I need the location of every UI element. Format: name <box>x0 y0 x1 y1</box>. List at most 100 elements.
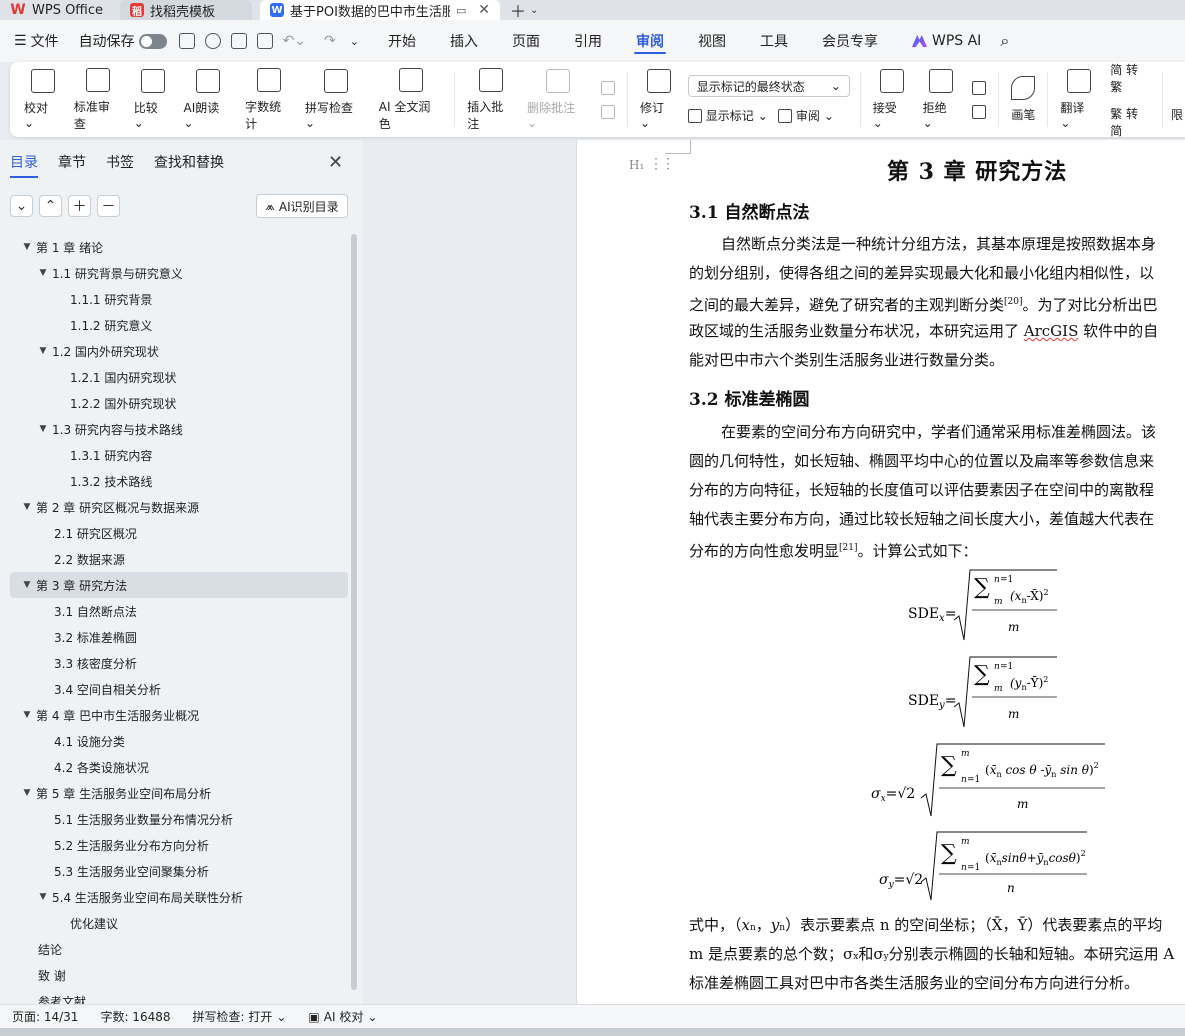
prev-revision-icon[interactable] <box>972 80 987 95</box>
redo-icon[interactable]: ↷ <box>324 33 336 49</box>
drag-handle-icon[interactable]: ⋮⋮ <box>649 156 675 172</box>
heading-level-icon[interactable]: H₁ <box>629 158 644 172</box>
track-changes-button[interactable]: 修订 ⌄ <box>634 62 684 137</box>
standard-review-button[interactable]: 标准审查 <box>68 62 128 137</box>
toc-item[interactable]: 1.1.1 研究背景 <box>10 286 348 312</box>
ai-toc-button[interactable]: ⩕ AI识别目录 <box>256 194 348 218</box>
tab-member[interactable]: 会员专享 <box>818 20 882 62</box>
display-mode-select[interactable]: 显示标记的最终状态 ⌄ <box>687 75 850 97</box>
accept-button[interactable]: 接受 ⌄ <box>867 62 917 137</box>
ai-proof-status[interactable]: ▣ AI 校对 ⌄ <box>308 1008 377 1025</box>
close-icon[interactable]: ✕ <box>328 152 343 173</box>
toggle-switch[interactable] <box>138 33 167 49</box>
toc-item[interactable]: 1.2.2 国外研究现状 <box>10 390 348 416</box>
toc-item[interactable]: ▼ 第 4 章 巴中市生活服务业概况 <box>10 702 348 728</box>
reject-button[interactable]: 拒绝 ⌄ <box>917 62 967 137</box>
formula-sde-y[interactable]: SDEy= ∑ n =1 m (yn-Ȳ)2 m <box>902 655 1062 731</box>
tab-daoke-templates[interactable]: 稻 找稻壳模板 <box>120 0 252 20</box>
formula-sigma-x[interactable]: σx=√2 ∑ m n =1 (x̄n cos θ -ȳn sin θ)2 m <box>869 742 1109 820</box>
spell-flag-word[interactable]: ArcGIS <box>1024 322 1079 340</box>
toc-scrollbar[interactable] <box>351 234 357 990</box>
print-preview-icon[interactable] <box>256 33 273 49</box>
show-marks-button[interactable]: 显示标记 ⌄ <box>687 107 768 124</box>
ai-polish-button[interactable]: AI 全文润色 <box>373 62 448 137</box>
more-chevron-icon[interactable]: ⌄ <box>350 35 359 48</box>
pen-button[interactable]: 画笔 <box>1005 62 1041 137</box>
wps-ai-button[interactable]: WPS AI <box>908 20 985 62</box>
word-count-button[interactable]: 字数统计 <box>239 62 299 137</box>
toc-item[interactable]: 5.2 生活服务业分布方向分析 <box>10 832 348 858</box>
compare-button[interactable]: 比较 ⌄ <box>128 62 178 137</box>
tab-toc[interactable]: 目录 <box>10 152 38 178</box>
toc-item[interactable]: 2.1 研究区概况 <box>10 520 348 546</box>
toc-item[interactable]: ▼ 1.3 研究内容与技术路线 <box>10 416 348 442</box>
toc-item[interactable]: 致 谢 <box>10 962 348 988</box>
formula-sde-x[interactable]: SDEx= ∑ n =1 m (xn-X̄)2 m <box>902 568 1062 644</box>
toc-item[interactable]: 3.2 标准差椭圆 <box>10 624 348 650</box>
share-icon[interactable] <box>204 33 221 49</box>
expand-caret-icon[interactable]: ▼ <box>20 502 34 512</box>
expand-caret-icon[interactable]: ▼ <box>20 788 34 798</box>
tab-find-replace[interactable]: 查找和替换 <box>154 152 224 172</box>
collapse-all-button[interactable]: ⌄ <box>10 195 33 217</box>
tab-view[interactable]: 视图 <box>694 20 730 62</box>
expand-caret-icon[interactable]: ▼ <box>20 710 34 720</box>
next-revision-icon[interactable] <box>972 104 987 119</box>
next-comment-icon[interactable] <box>600 104 615 119</box>
toc-item[interactable]: 结论 <box>10 936 348 962</box>
tab-page[interactable]: 页面 <box>508 20 544 62</box>
formula-sigma-y[interactable]: σy=√2 ∑ m n =1 (x̄nsinθ+ȳncosθ)2 n <box>877 830 1097 902</box>
print-icon[interactable] <box>230 33 247 49</box>
tab-document[interactable]: W 基于POI数据的巴中市生活服务 ▭ ✕ <box>260 0 500 20</box>
word-count-status[interactable]: 字数: 16488 <box>100 1008 170 1025</box>
save-icon[interactable] <box>178 33 195 49</box>
citation[interactable]: [20] <box>1004 297 1022 307</box>
toc-item[interactable]: 4.1 设施分类 <box>10 728 348 754</box>
citation[interactable]: [21] <box>839 543 857 553</box>
insert-comment-button[interactable]: 插入批注 <box>461 62 521 137</box>
expand-caret-icon[interactable]: ▼ <box>36 892 50 902</box>
toc-item[interactable]: ▼ 1.2 国内外研究现状 <box>10 338 348 364</box>
expand-caret-icon[interactable]: ▼ <box>20 242 34 252</box>
page-indicator[interactable]: 页面: 14/31 <box>12 1008 78 1025</box>
toc-item[interactable]: 1.3.2 技术路线 <box>10 468 348 494</box>
remove-heading-button[interactable]: － <box>97 195 120 217</box>
toc-item[interactable]: 5.3 生活服务业空间聚集分析 <box>10 858 348 884</box>
delete-comment-button[interactable]: 删除批注 ⌄ <box>521 62 595 137</box>
toc-item[interactable]: 参考文献 <box>10 988 348 1005</box>
document-page[interactable]: H₁ ⋮⋮ 第 3 章 研究方法 3.1 自然断点法 自然断点分类法是一种统计分… <box>577 140 1185 1004</box>
expand-caret-icon[interactable]: ▼ <box>36 346 50 356</box>
toc-item[interactable]: 1.3.1 研究内容 <box>10 442 348 468</box>
spell-check-button[interactable]: 拼写检查 ⌄ <box>299 62 373 137</box>
proof-button[interactable]: 校对 ⌄ <box>10 62 68 137</box>
expand-caret-icon[interactable]: ▼ <box>20 580 34 590</box>
autosave-toggle[interactable]: 自动保存 <box>79 31 167 51</box>
prev-comment-icon[interactable] <box>600 80 615 95</box>
toc-item[interactable]: 3.4 空间自相关分析 <box>10 676 348 702</box>
toc-item[interactable]: 1.2.1 国内研究现状 <box>10 364 348 390</box>
tab-tools[interactable]: 工具 <box>756 20 792 62</box>
tab-insert[interactable]: 插入 <box>446 20 482 62</box>
toc-item[interactable]: ▼ 第 2 章 研究区概况与数据来源 <box>10 494 348 520</box>
expand-up-button[interactable]: ⌃ <box>39 195 62 217</box>
toc-item[interactable]: ▼ 5.4 生活服务业空间布局关联性分析 <box>10 884 348 910</box>
toc-item[interactable]: 1.1.2 研究意义 <box>10 312 348 338</box>
toc-item[interactable]: 2.2 数据来源 <box>10 546 348 572</box>
tab-bookmarks[interactable]: 书签 <box>106 152 134 172</box>
screen-icon[interactable]: ▭ <box>456 4 466 17</box>
tab-reference[interactable]: 引用 <box>570 20 606 62</box>
restrict-button[interactable]: 限 <box>1169 62 1185 137</box>
toc-item[interactable]: 3.3 核密度分析 <box>10 650 348 676</box>
new-tab-button[interactable]: ＋ ⌄ <box>510 0 538 21</box>
close-icon[interactable]: ✕ <box>478 2 490 18</box>
translate-button[interactable]: 翻译 ⌄ <box>1054 62 1104 137</box>
search-icon[interactable]: ⌕ <box>1000 31 1009 51</box>
tab-review[interactable]: 审阅 <box>632 20 668 62</box>
toc-item[interactable]: 4.2 各类设施状况 <box>10 754 348 780</box>
ai-read-button[interactable]: AI朗读 ⌄ <box>178 62 240 137</box>
toc-item[interactable]: ▼ 第 3 章 研究方法 <box>10 572 348 598</box>
expand-caret-icon[interactable]: ▼ <box>36 424 50 434</box>
undo-icon[interactable]: ↶⌄ <box>283 33 306 49</box>
toc-item[interactable]: 3.1 自然断点法 <box>10 598 348 624</box>
toc-item[interactable]: 优化建议 <box>10 910 348 936</box>
